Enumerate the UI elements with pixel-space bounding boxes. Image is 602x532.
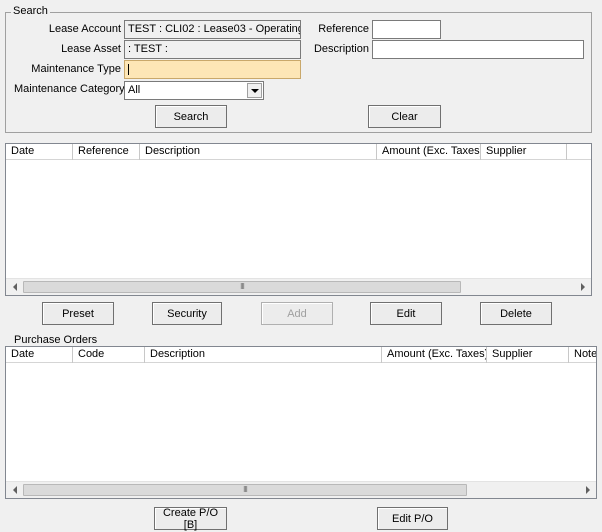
lease-account-label: Lease Account — [48, 23, 121, 35]
lease-asset-field[interactable]: : TEST : — [124, 40, 301, 59]
chevron-down-icon[interactable] — [247, 83, 262, 98]
right-arrow-icon[interactable] — [574, 279, 591, 295]
clear-button[interactable]: Clear — [368, 105, 441, 128]
purchase-orders-hscrollbar[interactable]: III — [6, 481, 596, 498]
edit-po-button[interactable]: Edit P/O — [377, 507, 448, 530]
maintenance-type-label: Maintenance Type — [31, 63, 121, 75]
column-header-amount[interactable]: Amount (Exc. Taxes) — [382, 347, 487, 363]
column-header-description[interactable]: Description — [145, 347, 382, 363]
left-arrow-icon[interactable] — [6, 279, 23, 295]
column-header-reference[interactable]: Reference — [73, 144, 140, 160]
column-header-description[interactable]: Description — [140, 144, 377, 160]
right-arrow-icon[interactable] — [579, 482, 596, 498]
scroll-grip-icon: III — [240, 282, 245, 291]
maintenance-category-label: Maintenance Category — [14, 83, 125, 95]
maintenance-category-select[interactable]: All — [124, 81, 264, 100]
preset-button[interactable]: Preset — [42, 302, 114, 325]
column-header-supplier[interactable]: Supplier — [481, 144, 567, 160]
column-header-date[interactable]: Date — [6, 144, 73, 160]
column-header-note[interactable]: Note — [569, 347, 596, 363]
edit-button[interactable]: Edit — [370, 302, 442, 325]
maintenance-type-field[interactable] — [124, 60, 301, 79]
scroll-thumb[interactable]: III — [23, 484, 467, 496]
search-button[interactable]: Search — [155, 105, 227, 128]
maintenance-list-hscrollbar[interactable]: III — [6, 278, 591, 295]
purchase-orders-list[interactable]: Date Code Description Amount (Exc. Taxes… — [5, 346, 597, 499]
add-button[interactable]: Add — [261, 302, 333, 325]
description-label: Description — [313, 43, 369, 55]
maintenance-list-header: Date Reference Description Amount (Exc. … — [6, 144, 591, 160]
maintenance-list[interactable]: Date Reference Description Amount (Exc. … — [5, 143, 592, 296]
reference-label: Reference — [318, 23, 369, 35]
purchase-orders-list-header: Date Code Description Amount (Exc. Taxes… — [6, 347, 596, 363]
description-input[interactable] — [372, 40, 584, 59]
column-header-date[interactable]: Date — [6, 347, 73, 363]
column-header-amount[interactable]: Amount (Exc. Taxes) — [377, 144, 481, 160]
lease-account-field[interactable]: TEST : CLI02 : Lease03 - Operating Le — [124, 20, 301, 39]
column-header-extra[interactable] — [567, 144, 591, 160]
security-button[interactable]: Security — [152, 302, 222, 325]
column-header-code[interactable]: Code — [73, 347, 145, 363]
delete-button[interactable]: Delete — [480, 302, 552, 325]
scroll-grip-icon: III — [243, 485, 248, 494]
reference-input[interactable] — [372, 20, 441, 39]
left-arrow-icon[interactable] — [6, 482, 23, 498]
maintenance-category-value: All — [128, 84, 141, 96]
lease-asset-label: Lease Asset — [61, 43, 121, 55]
purchase-orders-title: Purchase Orders — [14, 334, 98, 346]
scroll-thumb[interactable]: III — [23, 281, 461, 293]
column-header-supplier[interactable]: Supplier — [487, 347, 569, 363]
search-group-title: Search — [11, 5, 50, 17]
create-po-button[interactable]: Create P/O [B] — [154, 507, 227, 531]
text-caret — [128, 63, 129, 75]
